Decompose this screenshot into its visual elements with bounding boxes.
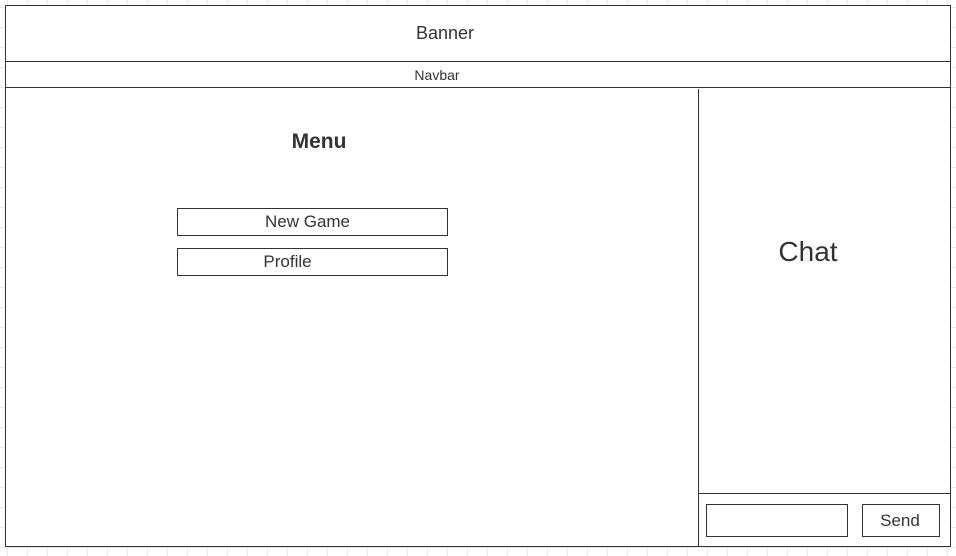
navbar[interactable]: Navbar (6, 63, 950, 88)
banner-label: Banner (415, 23, 475, 43)
chat-message-input[interactable] (706, 504, 848, 537)
send-button[interactable]: Send (862, 504, 940, 537)
banner: Banner (6, 6, 950, 62)
chat-footer: Send (699, 494, 950, 546)
menu-title: Menu (291, 130, 347, 153)
navbar-label: Navbar (414, 67, 460, 83)
menu-panel: Menu New Game Profile (6, 89, 699, 546)
chat-title: Chat (778, 236, 838, 267)
new-game-button[interactable]: New Game (177, 208, 448, 236)
profile-button[interactable]: Profile (177, 248, 448, 276)
wireframe-frame: Banner Navbar Menu New Game Profile Chat… (5, 5, 951, 547)
chat-panel: Chat (699, 89, 950, 494)
